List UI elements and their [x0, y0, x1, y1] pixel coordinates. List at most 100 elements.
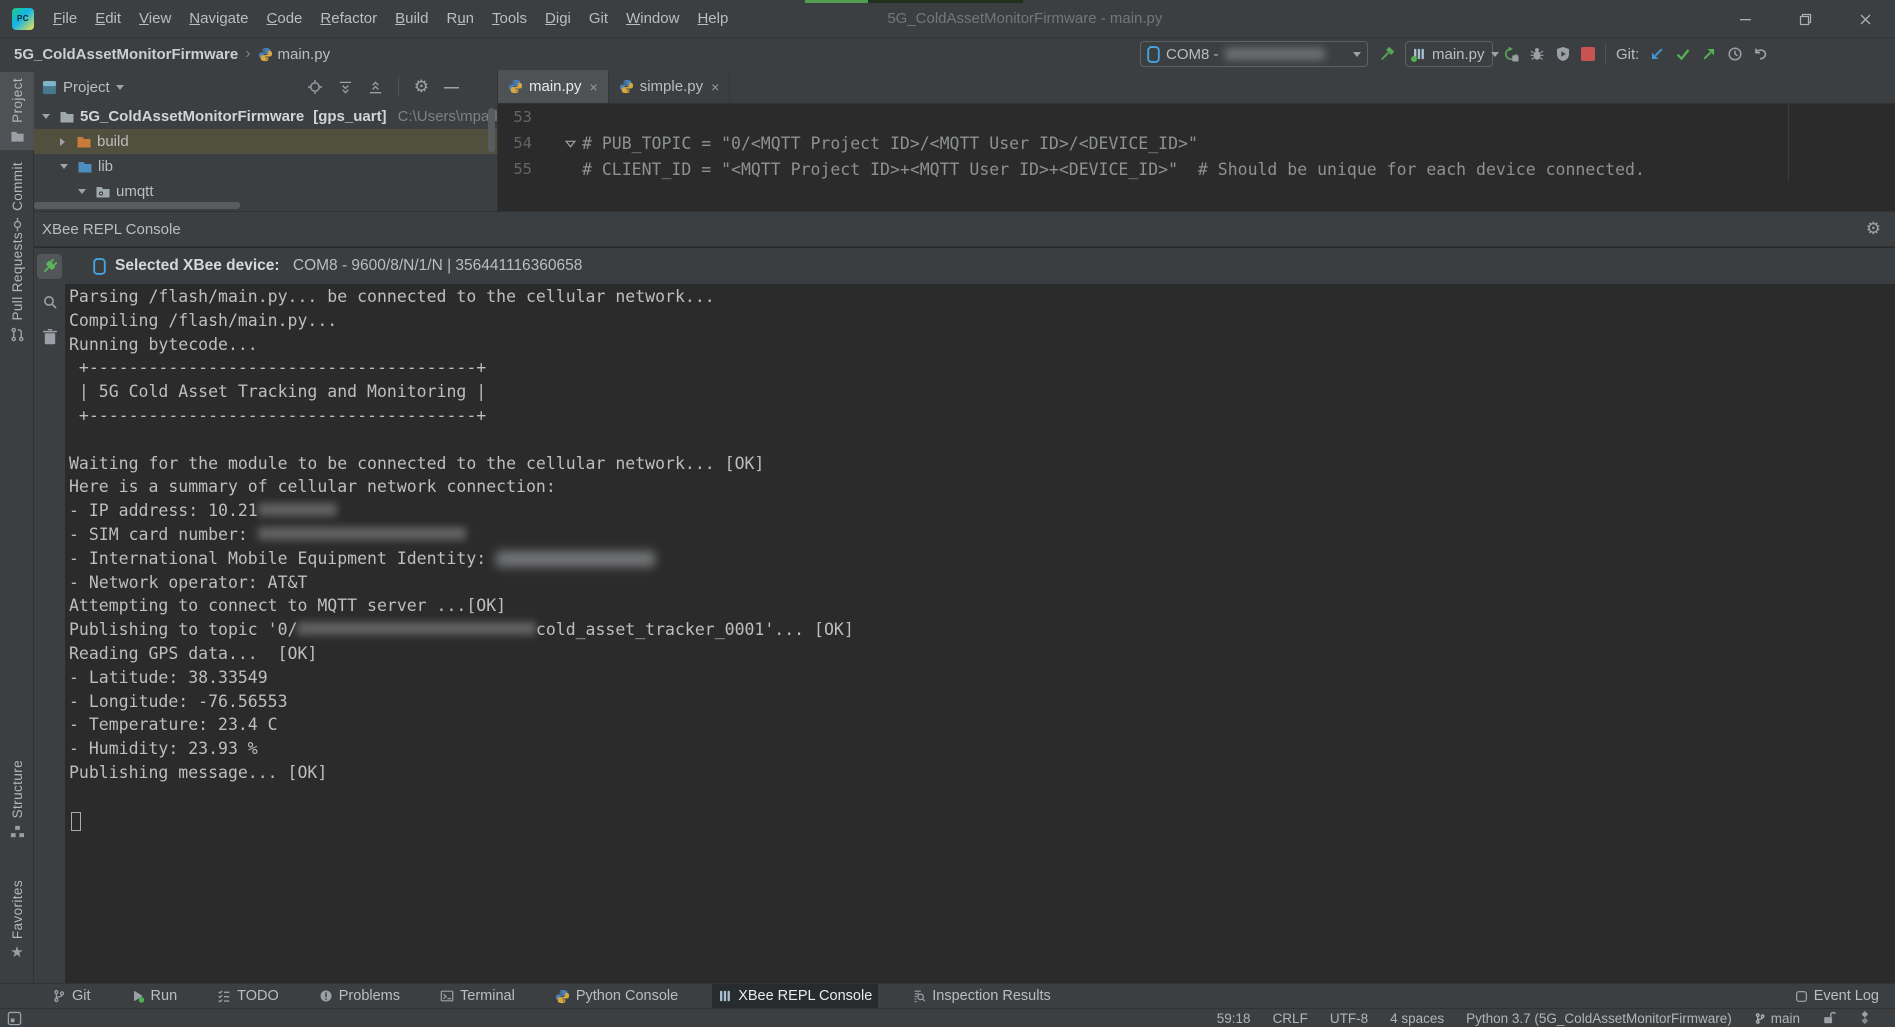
- breadcrumb-project[interactable]: 5G_ColdAssetMonitorFirmware: [14, 46, 238, 63]
- minimize-button[interactable]: [1715, 0, 1775, 38]
- close-tab-icon[interactable]: ×: [590, 79, 598, 95]
- rerun-button-icon[interactable]: [1503, 46, 1519, 62]
- build-hammer-icon[interactable]: [1378, 46, 1395, 63]
- maximize-button[interactable]: [1775, 0, 1835, 38]
- connect-button[interactable]: [37, 254, 62, 279]
- horizontal-scrollbar[interactable]: [34, 202, 240, 209]
- xbee-repl-console-panel: XBee REPL Console ⚙ Selected XBee device…: [34, 211, 1895, 983]
- interpreter-indicator[interactable]: Python 3.7 (5G_ColdAssetMonitorFirmware): [1466, 1011, 1732, 1026]
- console-line: - Humidity: 23.93 %: [69, 739, 1895, 763]
- hide-panel-icon[interactable]: —: [444, 79, 459, 96]
- vertical-scrollbar[interactable]: [488, 108, 495, 152]
- console-output[interactable]: Parsing /flash/main.py... be connected t…: [65, 285, 1895, 983]
- source-folder-icon: [77, 159, 93, 175]
- tool-window-quick-access-icon[interactable]: [7, 1011, 22, 1026]
- menu-bar: FileEditViewNavigateCodeRefactorBuildRun…: [44, 10, 737, 27]
- menu-tools[interactable]: Tools: [483, 10, 536, 27]
- tool-button-project[interactable]: Project: [0, 72, 34, 150]
- menu-refactor[interactable]: Refactor: [311, 10, 386, 27]
- code-area[interactable]: 5354# PUB_TOPIC = "0/<MQTT Project ID>/<…: [498, 104, 1895, 182]
- gear-icon[interactable]: ⚙: [1866, 221, 1881, 238]
- tool-button-pull-requests[interactable]: Pull Requests: [0, 232, 34, 342]
- tool-button-favorites[interactable]: Favorites ★: [0, 880, 34, 960]
- chevron-expanded-icon[interactable]: [42, 114, 50, 119]
- git-branch-indicator[interactable]: main: [1754, 1011, 1800, 1026]
- profiler-button-icon[interactable]: [1555, 46, 1571, 62]
- menu-run[interactable]: Run: [437, 10, 483, 27]
- toolwindow-python-console[interactable]: Python Console: [549, 984, 684, 1009]
- menu-code[interactable]: Code: [258, 10, 312, 27]
- debug-button-icon[interactable]: [1529, 46, 1545, 62]
- xbee-device-selector[interactable]: COM8 -: [1140, 41, 1368, 67]
- tab-main-py[interactable]: main.py ×: [498, 70, 609, 103]
- gear-icon[interactable]: ⚙: [414, 79, 429, 96]
- console-cursor: [71, 812, 81, 831]
- close-button[interactable]: [1835, 0, 1895, 38]
- toolwindow-todo[interactable]: TODO: [211, 984, 285, 1009]
- indent-indicator[interactable]: 4 spaces: [1390, 1011, 1444, 1026]
- expand-all-icon[interactable]: [338, 80, 353, 95]
- redacted-text: [258, 527, 467, 540]
- tool-button-commit[interactable]: Commit: [0, 162, 34, 232]
- git-history-icon[interactable]: [1727, 46, 1743, 62]
- line-number[interactable]: 54: [498, 134, 544, 152]
- locate-file-icon[interactable]: [307, 79, 323, 95]
- tree-item-project-root[interactable]: 5G_ColdAssetMonitorFirmware [gps_uart] C…: [34, 104, 497, 129]
- fold-marker-icon[interactable]: [544, 138, 582, 149]
- clear-console-button[interactable]: [37, 324, 62, 349]
- toolwindow-terminal[interactable]: Terminal: [434, 984, 521, 1009]
- chevron-expanded-icon[interactable]: [78, 189, 86, 194]
- menu-view[interactable]: View: [130, 10, 180, 27]
- project-panel-title[interactable]: Project: [63, 79, 110, 96]
- caret-position[interactable]: 59:18: [1217, 1011, 1251, 1026]
- toolwindow-git[interactable]: Git: [46, 984, 97, 1009]
- run-config-selector[interactable]: main.py: [1405, 41, 1493, 67]
- collapse-all-icon[interactable]: [368, 80, 383, 95]
- toolwindow-inspection-results[interactable]: Inspection Results: [906, 984, 1056, 1009]
- git-rollback-icon[interactable]: [1753, 46, 1769, 62]
- tab-simple-py[interactable]: simple.py ×: [609, 70, 731, 103]
- line-number[interactable]: 53: [498, 108, 544, 126]
- menu-digi[interactable]: Digi: [536, 10, 580, 27]
- stop-button-icon[interactable]: [1581, 47, 1595, 61]
- toolwindow-xbee-repl-console[interactable]: XBee REPL Console: [712, 984, 878, 1009]
- git-commit-icon[interactable]: [1675, 46, 1691, 62]
- close-tab-icon[interactable]: ×: [711, 79, 719, 95]
- console-line: Running bytecode...: [69, 335, 1895, 359]
- chevron-expanded-icon[interactable]: [60, 164, 68, 169]
- project-panel-header: Project ⚙ —: [34, 70, 497, 104]
- terminal-icon: [440, 989, 454, 1003]
- menu-navigate[interactable]: Navigate: [180, 10, 257, 27]
- menu-help[interactable]: Help: [688, 10, 737, 27]
- git-push-icon[interactable]: [1701, 46, 1717, 62]
- menu-file[interactable]: File: [44, 10, 86, 27]
- chevron-down-icon: [1353, 52, 1361, 57]
- chevron-collapsed-icon[interactable]: [60, 138, 65, 146]
- toolwindow-label: Problems: [339, 988, 400, 1004]
- toolwindow-label: XBee REPL Console: [738, 988, 872, 1004]
- breadcrumb-file[interactable]: main.py: [258, 46, 331, 63]
- menu-build[interactable]: Build: [386, 10, 437, 27]
- chevron-down-icon[interactable]: [116, 85, 124, 90]
- tool-window-bar: Git Run TODO Problems Terminal Python Console…: [0, 983, 1895, 1008]
- git-update-icon[interactable]: [1649, 46, 1665, 62]
- toolwindow-label: TODO: [237, 988, 279, 1004]
- menu-edit[interactable]: Edit: [86, 10, 130, 27]
- search-button[interactable]: [37, 289, 62, 314]
- encoding-indicator[interactable]: UTF-8: [1330, 1011, 1368, 1026]
- tree-item-lib[interactable]: lib: [34, 154, 497, 179]
- menu-window[interactable]: Window: [617, 10, 688, 27]
- line-ending-indicator[interactable]: CRLF: [1273, 1011, 1308, 1026]
- toolwindow-run[interactable]: Run: [125, 984, 184, 1009]
- tree-item-build[interactable]: build: [34, 129, 497, 154]
- lock-open-icon[interactable]: [1822, 1011, 1836, 1025]
- pycharm-logo-icon: PC: [12, 8, 34, 30]
- toolwindow-problems[interactable]: Problems: [313, 984, 406, 1009]
- event-log-button[interactable]: Event Log: [1795, 988, 1895, 1004]
- line-number[interactable]: 55: [498, 160, 544, 178]
- search-icon: [42, 294, 58, 310]
- notifications-icon[interactable]: [1858, 1011, 1873, 1026]
- menu-git[interactable]: Git: [580, 10, 617, 27]
- tool-button-structure[interactable]: Structure: [0, 760, 34, 839]
- tree-item-umqtt[interactable]: umqtt: [34, 179, 497, 204]
